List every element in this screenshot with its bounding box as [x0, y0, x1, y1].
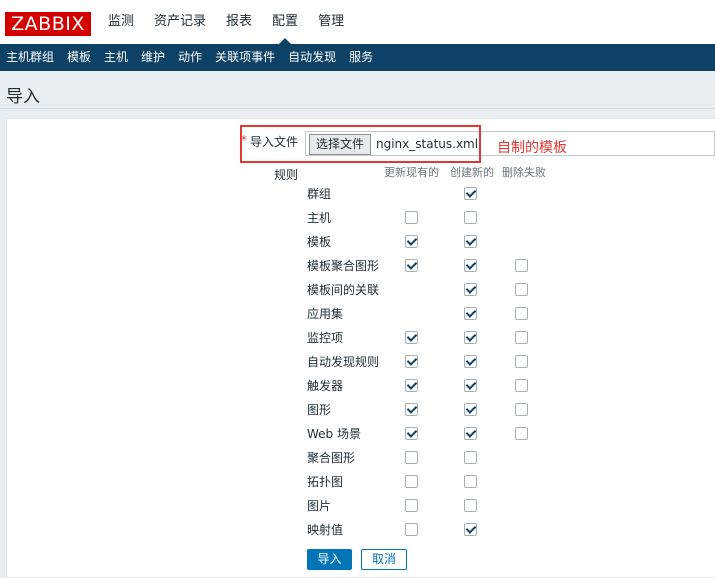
rule-checkbox-update-existing[interactable]: [405, 211, 418, 224]
rule-label: 群组: [307, 187, 332, 201]
cancel-button[interactable]: 取消: [361, 549, 407, 570]
rule-checkbox-delete-missing[interactable]: [515, 283, 528, 296]
rule-label: 触发器: [307, 379, 344, 393]
rule-label: 应用集: [307, 307, 344, 321]
rule-checkbox-create-new[interactable]: [464, 307, 477, 320]
rule-checkbox-update-existing[interactable]: [405, 379, 418, 392]
rule-label: Web 场景: [307, 427, 361, 441]
rule-checkbox-create-new[interactable]: [464, 259, 477, 272]
main-menu: 监测 资产记录 报表 配置 管理: [98, 0, 354, 44]
submenu-host-groups[interactable]: 主机群组: [0, 44, 61, 71]
submenu-discovery[interactable]: 自动发现: [282, 44, 343, 71]
rule-checkbox-create-new[interactable]: [464, 355, 477, 368]
submenu-actions[interactable]: 动作: [172, 44, 209, 71]
rule-checkbox-update-existing[interactable]: [405, 355, 418, 368]
rule-checkbox-update-existing[interactable]: [405, 331, 418, 344]
rule-checkbox-create-new[interactable]: [464, 187, 477, 200]
column-update-existing: 更新现有的: [384, 166, 439, 179]
title-divider: [0, 108, 715, 109]
rule-checkbox-create-new[interactable]: [464, 331, 477, 344]
zabbix-logo[interactable]: ZABBIX: [5, 12, 91, 36]
rule-checkbox-delete-missing[interactable]: [515, 355, 528, 368]
top-header: ZABBIX 监测 资产记录 报表 配置 管理: [0, 0, 715, 44]
rule-checkbox-create-new[interactable]: [464, 379, 477, 392]
rule-checkbox-delete-missing[interactable]: [515, 259, 528, 272]
rule-checkbox-create-new[interactable]: [464, 283, 477, 296]
rule-checkbox-update-existing[interactable]: [405, 475, 418, 488]
rule-checkbox-delete-missing[interactable]: [515, 403, 528, 416]
submenu-services[interactable]: 服务: [343, 44, 380, 71]
rule-checkbox-create-new[interactable]: [464, 475, 477, 488]
rule-label: 监控项: [307, 331, 344, 345]
rule-label: 图形: [307, 403, 332, 417]
rule-label: 映射值: [307, 523, 344, 537]
rule-checkbox-update-existing[interactable]: [405, 451, 418, 464]
rule-label: 图片: [307, 499, 332, 513]
rule-label: 聚合图形: [307, 451, 356, 465]
menu-administration[interactable]: 管理: [308, 0, 354, 44]
submenu-event-correlation[interactable]: 关联项事件: [209, 44, 282, 71]
rules-label: 规则: [274, 168, 299, 182]
menu-configuration[interactable]: 配置: [262, 0, 308, 44]
rule-label: 拓扑图: [307, 475, 344, 489]
rule-checkbox-update-existing[interactable]: [405, 523, 418, 536]
rule-checkbox-update-existing[interactable]: [405, 403, 418, 416]
rule-checkbox-update-existing[interactable]: [405, 499, 418, 512]
rule-label: 模板聚合图形: [307, 259, 380, 273]
rule-checkbox-create-new[interactable]: [464, 211, 477, 224]
rule-checkbox-delete-missing[interactable]: [515, 379, 528, 392]
page-title: 导入: [6, 87, 40, 107]
rule-label: 自动发现规则: [307, 355, 380, 369]
rule-checkbox-create-new[interactable]: [464, 451, 477, 464]
rule-checkbox-update-existing[interactable]: [405, 235, 418, 248]
rule-checkbox-update-existing[interactable]: [405, 427, 418, 440]
rule-label: 模板: [307, 235, 332, 249]
menu-inventory[interactable]: 资产记录: [144, 0, 216, 44]
rule-checkbox-update-existing[interactable]: [405, 259, 418, 272]
import-button[interactable]: 导入: [307, 549, 352, 570]
column-delete-missing: 删除失败: [502, 166, 546, 179]
rule-checkbox-create-new[interactable]: [464, 523, 477, 536]
submenu-maintenance[interactable]: 维护: [135, 44, 172, 71]
import-form-panel: [6, 118, 715, 578]
column-create-new: 创建新的: [450, 166, 494, 179]
rule-checkbox-delete-missing[interactable]: [515, 331, 528, 344]
submenu-templates[interactable]: 模板: [61, 44, 98, 71]
rule-checkbox-create-new[interactable]: [464, 235, 477, 248]
submenu-hosts[interactable]: 主机: [98, 44, 135, 71]
rule-checkbox-delete-missing[interactable]: [515, 307, 528, 320]
rule-label: 主机: [307, 211, 332, 225]
rule-label: 模板间的关联: [307, 283, 380, 297]
annotation-highlight-box: [240, 125, 481, 163]
menu-monitoring[interactable]: 监测: [98, 0, 144, 44]
menu-reports[interactable]: 报表: [216, 0, 262, 44]
rule-checkbox-create-new[interactable]: [464, 427, 477, 440]
sub-menu: 主机群组 模板 主机 维护 动作 关联项事件 自动发现 服务: [0, 44, 715, 71]
annotation-text: 自制的模板: [497, 140, 567, 156]
rule-checkbox-create-new[interactable]: [464, 403, 477, 416]
rule-checkbox-delete-missing[interactable]: [515, 427, 528, 440]
rule-checkbox-create-new[interactable]: [464, 499, 477, 512]
